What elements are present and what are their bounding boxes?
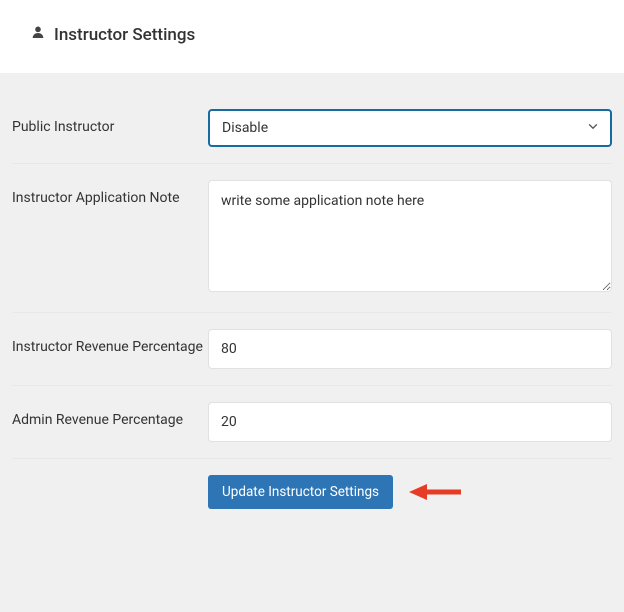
field-admin-revenue [208,402,612,442]
label-public-instructor: Public Instructor [12,109,208,135]
row-submit: Update Instructor Settings [12,459,612,509]
user-icon [30,24,46,45]
page-title: Instructor Settings [30,24,594,45]
admin-revenue-input[interactable] [208,402,612,442]
update-settings-button[interactable]: Update Instructor Settings [208,475,393,509]
card-header: Instructor Settings [0,0,624,73]
row-application-note: Instructor Application Note [12,164,612,313]
field-public-instructor [208,109,612,147]
public-instructor-select[interactable] [208,109,612,147]
row-instructor-revenue: Instructor Revenue Percentage [12,313,612,386]
field-application-note [208,180,612,296]
label-instructor-revenue: Instructor Revenue Percentage [12,329,208,355]
label-application-note: Instructor Application Note [12,180,208,206]
row-admin-revenue: Admin Revenue Percentage [12,386,612,459]
label-admin-revenue: Admin Revenue Percentage [12,402,208,428]
page-title-text: Instructor Settings [54,25,195,45]
settings-form: Public Instructor Instructor Application… [0,93,624,509]
application-note-textarea[interactable] [208,180,612,292]
field-instructor-revenue [208,329,612,369]
arrow-annotation-icon [407,481,463,503]
select-wrap [208,109,612,147]
row-public-instructor: Public Instructor [12,93,612,164]
instructor-revenue-input[interactable] [208,329,612,369]
